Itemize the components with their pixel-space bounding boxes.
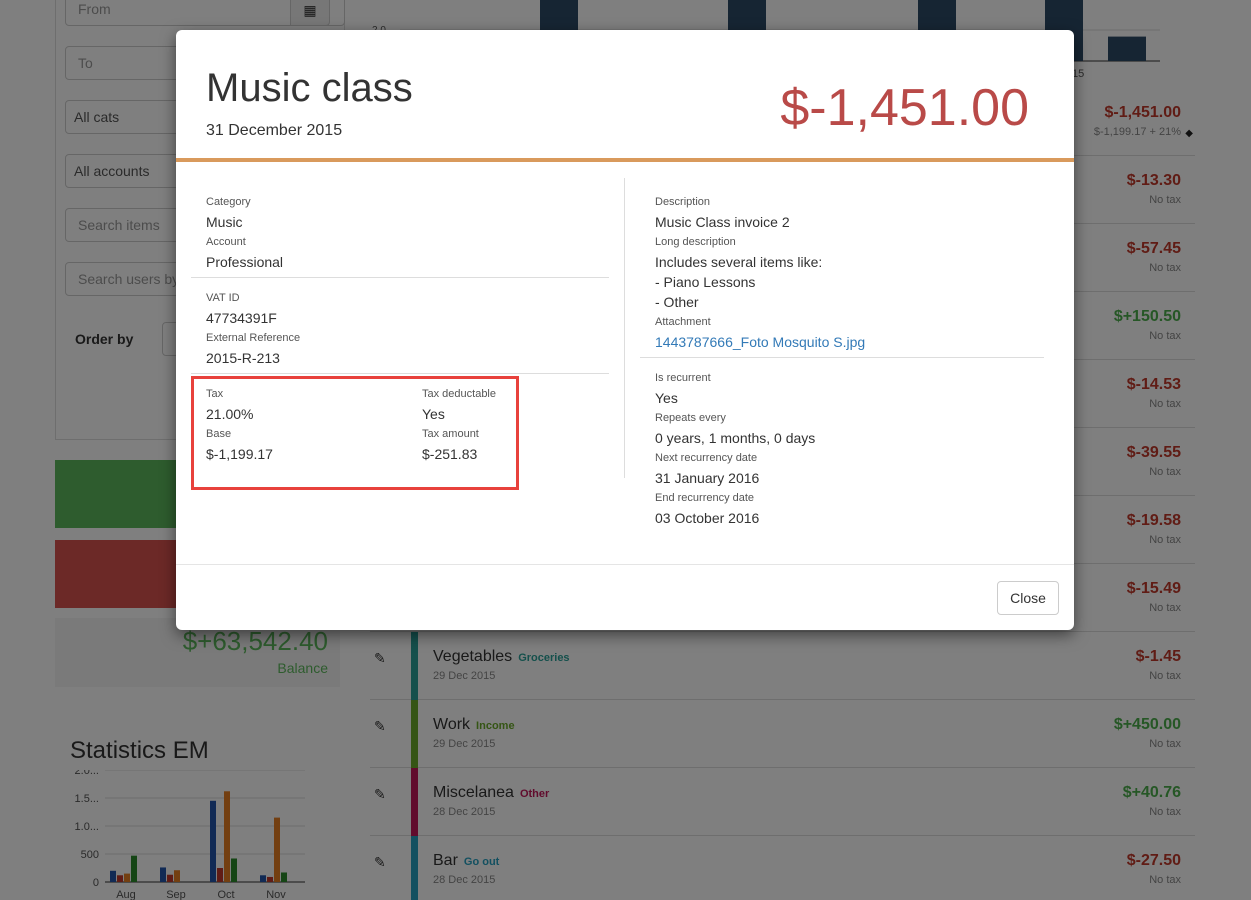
- modal-header: Music class 31 December 2015 $-1,451.00: [176, 30, 1074, 162]
- attachment-label: Attachment: [655, 316, 711, 328]
- end-recurrency-value: 03 October 2016: [655, 510, 760, 526]
- description-label: Description: [655, 196, 711, 208]
- tax-deductable-value: Yes: [422, 406, 445, 422]
- modal-total-amount: $-1,451.00: [780, 79, 1029, 137]
- tax-amount-value: $-251.83: [422, 446, 478, 462]
- tax-deductable-label: Tax deductable: [422, 388, 496, 400]
- end-recurrency-label: End recurrency date: [655, 492, 755, 504]
- divider: [191, 277, 609, 278]
- external-reference-value: 2015-R-213: [206, 350, 280, 366]
- account-value: Professional: [206, 254, 284, 270]
- divider: [191, 373, 609, 374]
- base-value: $-1,199.17: [206, 446, 273, 462]
- transaction-detail-modal: Music class 31 December 2015 $-1,451.00 …: [176, 30, 1074, 630]
- external-reference-label: External Reference: [206, 332, 301, 344]
- long-description-line: Includes several items like:: [655, 254, 823, 270]
- next-recurrency-value: 31 January 2016: [655, 470, 760, 486]
- is-recurrent-label: Is recurrent: [655, 372, 711, 384]
- column-divider: [624, 178, 625, 478]
- repeats-every-value: 0 years, 1 months, 0 days: [655, 430, 816, 446]
- account-label: Account: [206, 236, 246, 248]
- tax-amount-label: Tax amount: [422, 428, 479, 440]
- vat-id-value: 47734391F: [206, 310, 277, 326]
- close-button[interactable]: Close: [997, 581, 1059, 615]
- next-recurrency-label: Next recurrency date: [655, 452, 758, 464]
- repeats-every-label: Repeats every: [655, 412, 726, 424]
- attachment-link[interactable]: 1443787666_Foto Mosquito S.jpg: [655, 334, 865, 350]
- vat-id-label: VAT ID: [206, 292, 240, 304]
- tax-label: Tax: [206, 388, 224, 400]
- tax-value: 21.00%: [206, 406, 254, 422]
- modal-date: 31 December 2015: [206, 122, 343, 139]
- modal-title: Music class: [206, 66, 413, 110]
- long-description-line: - Piano Lessons: [655, 274, 756, 290]
- long-description-label: Long description: [655, 236, 736, 248]
- category-value: Music: [206, 214, 243, 230]
- divider: [640, 357, 1044, 358]
- is-recurrent-value: Yes: [655, 390, 678, 406]
- base-label: Base: [206, 428, 232, 440]
- description-value: Music Class invoice 2: [655, 214, 790, 230]
- modal-footer: Close: [176, 564, 1074, 630]
- category-label: Category: [206, 196, 251, 208]
- long-description-line: - Other: [655, 294, 699, 310]
